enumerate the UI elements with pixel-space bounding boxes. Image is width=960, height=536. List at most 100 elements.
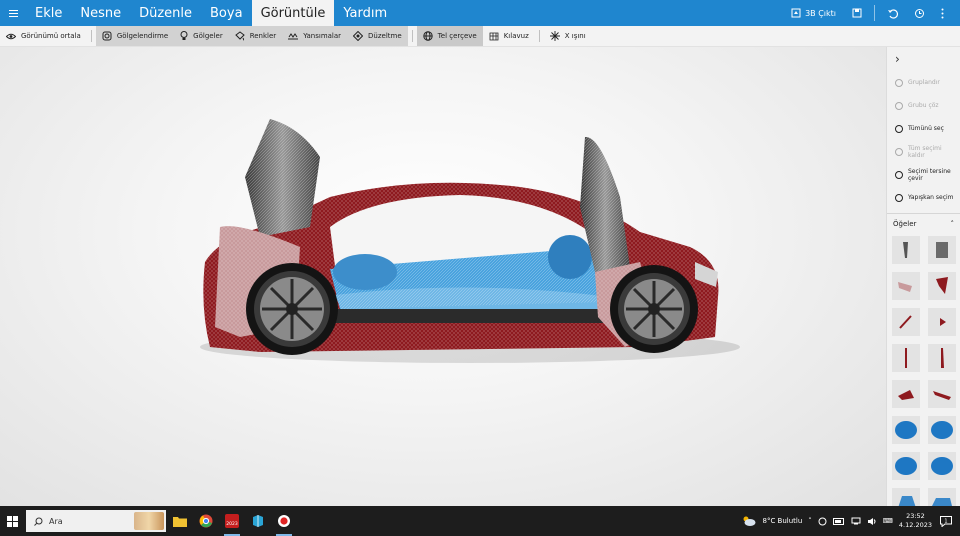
undo-icon [888, 8, 898, 19]
item-thumbnail[interactable] [928, 236, 956, 264]
chevron-up-tray-icon[interactable]: ˄ [808, 517, 812, 525]
center-view-label: Görünümü ortala [21, 32, 81, 40]
taskbar-recorder[interactable] [272, 506, 296, 536]
smoothing-label: Düzeltme [368, 32, 402, 40]
taskbar-app-2023[interactable]: 2023 [220, 506, 244, 536]
battery-icon[interactable] [832, 517, 845, 525]
item-thumbnail[interactable] [928, 452, 956, 480]
item-thumbnail[interactable] [892, 344, 920, 372]
notification-center-button[interactable]: 1 [938, 513, 954, 529]
save-icon [852, 8, 862, 18]
weather-text[interactable]: 8°C Bulutlu [762, 517, 802, 525]
volume-icon[interactable] [867, 517, 877, 526]
item-thumbnail[interactable] [928, 344, 956, 372]
item-thumbnail[interactable] [892, 488, 920, 506]
guide-toggle[interactable]: Kılavuz [483, 26, 535, 46]
more-options-icon [941, 8, 944, 18]
reflections-toggle[interactable]: Yansımalar [282, 26, 347, 46]
search-icon [34, 517, 43, 526]
save-button[interactable] [844, 0, 870, 26]
ungroup-button[interactable]: Grubu çöz [887, 94, 960, 117]
clock-date: 4.12.2023 [898, 521, 932, 529]
item-thumbnail[interactable] [928, 488, 956, 506]
menu-duzenle[interactable]: Düzenle [130, 0, 201, 26]
invert-selection-label: Seçimi tersine çevir [908, 167, 951, 182]
item-thumbnail[interactable] [928, 308, 956, 336]
print3d-label: 3B Çıktı [805, 8, 836, 18]
weather-cloud-icon [743, 516, 756, 526]
menu-goruntule[interactable]: Görüntüle [251, 0, 335, 26]
group-button[interactable]: Gruplandır [887, 71, 960, 94]
shadows-toggle[interactable]: Gölgeler [174, 26, 229, 46]
chrome-icon [199, 514, 213, 528]
item-thumbnail[interactable] [892, 308, 920, 336]
rear-seat [333, 254, 397, 290]
item-thumbnail[interactable] [928, 416, 956, 444]
notification-icon: 1 [940, 515, 952, 527]
paint3d-window: Ekle Nesne Düzenle Boya Görüntüle Yardım… [0, 0, 960, 536]
collapse-panel-button[interactable]: › [887, 47, 960, 71]
shading-label: Gölgelendirme [116, 32, 169, 40]
shading-toggle[interactable]: Gölgelendirme [96, 26, 174, 46]
render-options-group: Gölgelendirme Gölgeler Renkler Yansımala… [95, 26, 408, 46]
invert-selection-icon [895, 170, 903, 179]
xray-toggle[interactable]: X ışını [544, 26, 592, 46]
reflection-icon [288, 33, 299, 40]
item-thumbnail[interactable] [892, 452, 920, 480]
app-2023-badge-text: 2023 [226, 521, 238, 527]
item-thumbnail[interactable] [892, 272, 920, 300]
side-sill [330, 309, 620, 323]
car-wireframe-model[interactable] [0, 47, 886, 506]
xray-label: X ışını [564, 32, 586, 40]
more-options-button[interactable] [933, 0, 952, 26]
taskbar-paint3d[interactable] [246, 506, 270, 536]
keyboard-language-icon[interactable]: ⌨ [883, 517, 893, 525]
grid-icon [489, 32, 499, 40]
wireframe-label: Tel çerçeve [437, 32, 477, 40]
history-button[interactable] [906, 0, 933, 26]
paint-bucket-icon [234, 31, 245, 41]
front-seat [548, 235, 592, 279]
sticky-selection-label: Yapışkan seçim [908, 194, 954, 201]
guide-label: Kılavuz [503, 32, 529, 40]
side-panel: › Gruplandır Grubu çöz Tümünü seç Tüm se… [886, 47, 960, 506]
shadows-label: Gölgeler [193, 32, 223, 40]
colors-toggle[interactable]: Renkler [229, 26, 282, 46]
paint3d-app-icon [253, 515, 263, 527]
menu-boya[interactable]: Boya [201, 0, 252, 26]
search-highlight-image [134, 512, 164, 530]
select-all-icon [895, 124, 903, 133]
menu-ekle[interactable]: Ekle [26, 0, 71, 26]
item-thumbnail[interactable] [892, 236, 920, 264]
app-tray-icon[interactable] [818, 517, 827, 526]
start-button[interactable] [0, 506, 24, 536]
print3d-button[interactable]: 3B Çıktı [783, 0, 844, 26]
hamburger-menu-icon[interactable] [0, 0, 26, 26]
front-wheel [610, 265, 698, 353]
item-thumbnail[interactable] [928, 380, 956, 408]
menu-nesne[interactable]: Nesne [71, 0, 130, 26]
reflections-label: Yansımalar [303, 32, 342, 40]
sticky-selection-button[interactable]: Yapışkan seçim [887, 186, 960, 209]
deselect-all-icon [895, 147, 903, 156]
taskbar-search[interactable]: Ara [26, 510, 166, 532]
items-header[interactable]: Öğeler ˄ [887, 218, 960, 232]
3d-canvas[interactable] [0, 47, 886, 506]
notification-count: 1 [944, 518, 947, 524]
menu-yardim[interactable]: Yardım [334, 0, 396, 26]
undo-button[interactable] [879, 0, 906, 26]
invert-selection-button[interactable]: Seçimi tersine çevir [887, 163, 960, 186]
deselect-all-button[interactable]: Tüm seçimi kaldır [887, 140, 960, 163]
wireframe-toggle[interactable]: Tel çerçeve [416, 26, 483, 46]
taskbar-file-explorer[interactable] [168, 506, 192, 536]
clock[interactable]: 23:52 4.12.2023 [899, 512, 932, 530]
shading-icon [102, 31, 112, 41]
item-thumbnail[interactable] [892, 380, 920, 408]
select-all-button[interactable]: Tümünü seç [887, 117, 960, 140]
item-thumbnail[interactable] [928, 272, 956, 300]
center-view-button[interactable]: Görünümü ortala [0, 26, 87, 46]
network-icon[interactable] [851, 517, 861, 525]
taskbar-chrome[interactable] [194, 506, 218, 536]
smoothing-toggle[interactable]: Düzeltme [347, 26, 408, 46]
item-thumbnail[interactable] [892, 416, 920, 444]
